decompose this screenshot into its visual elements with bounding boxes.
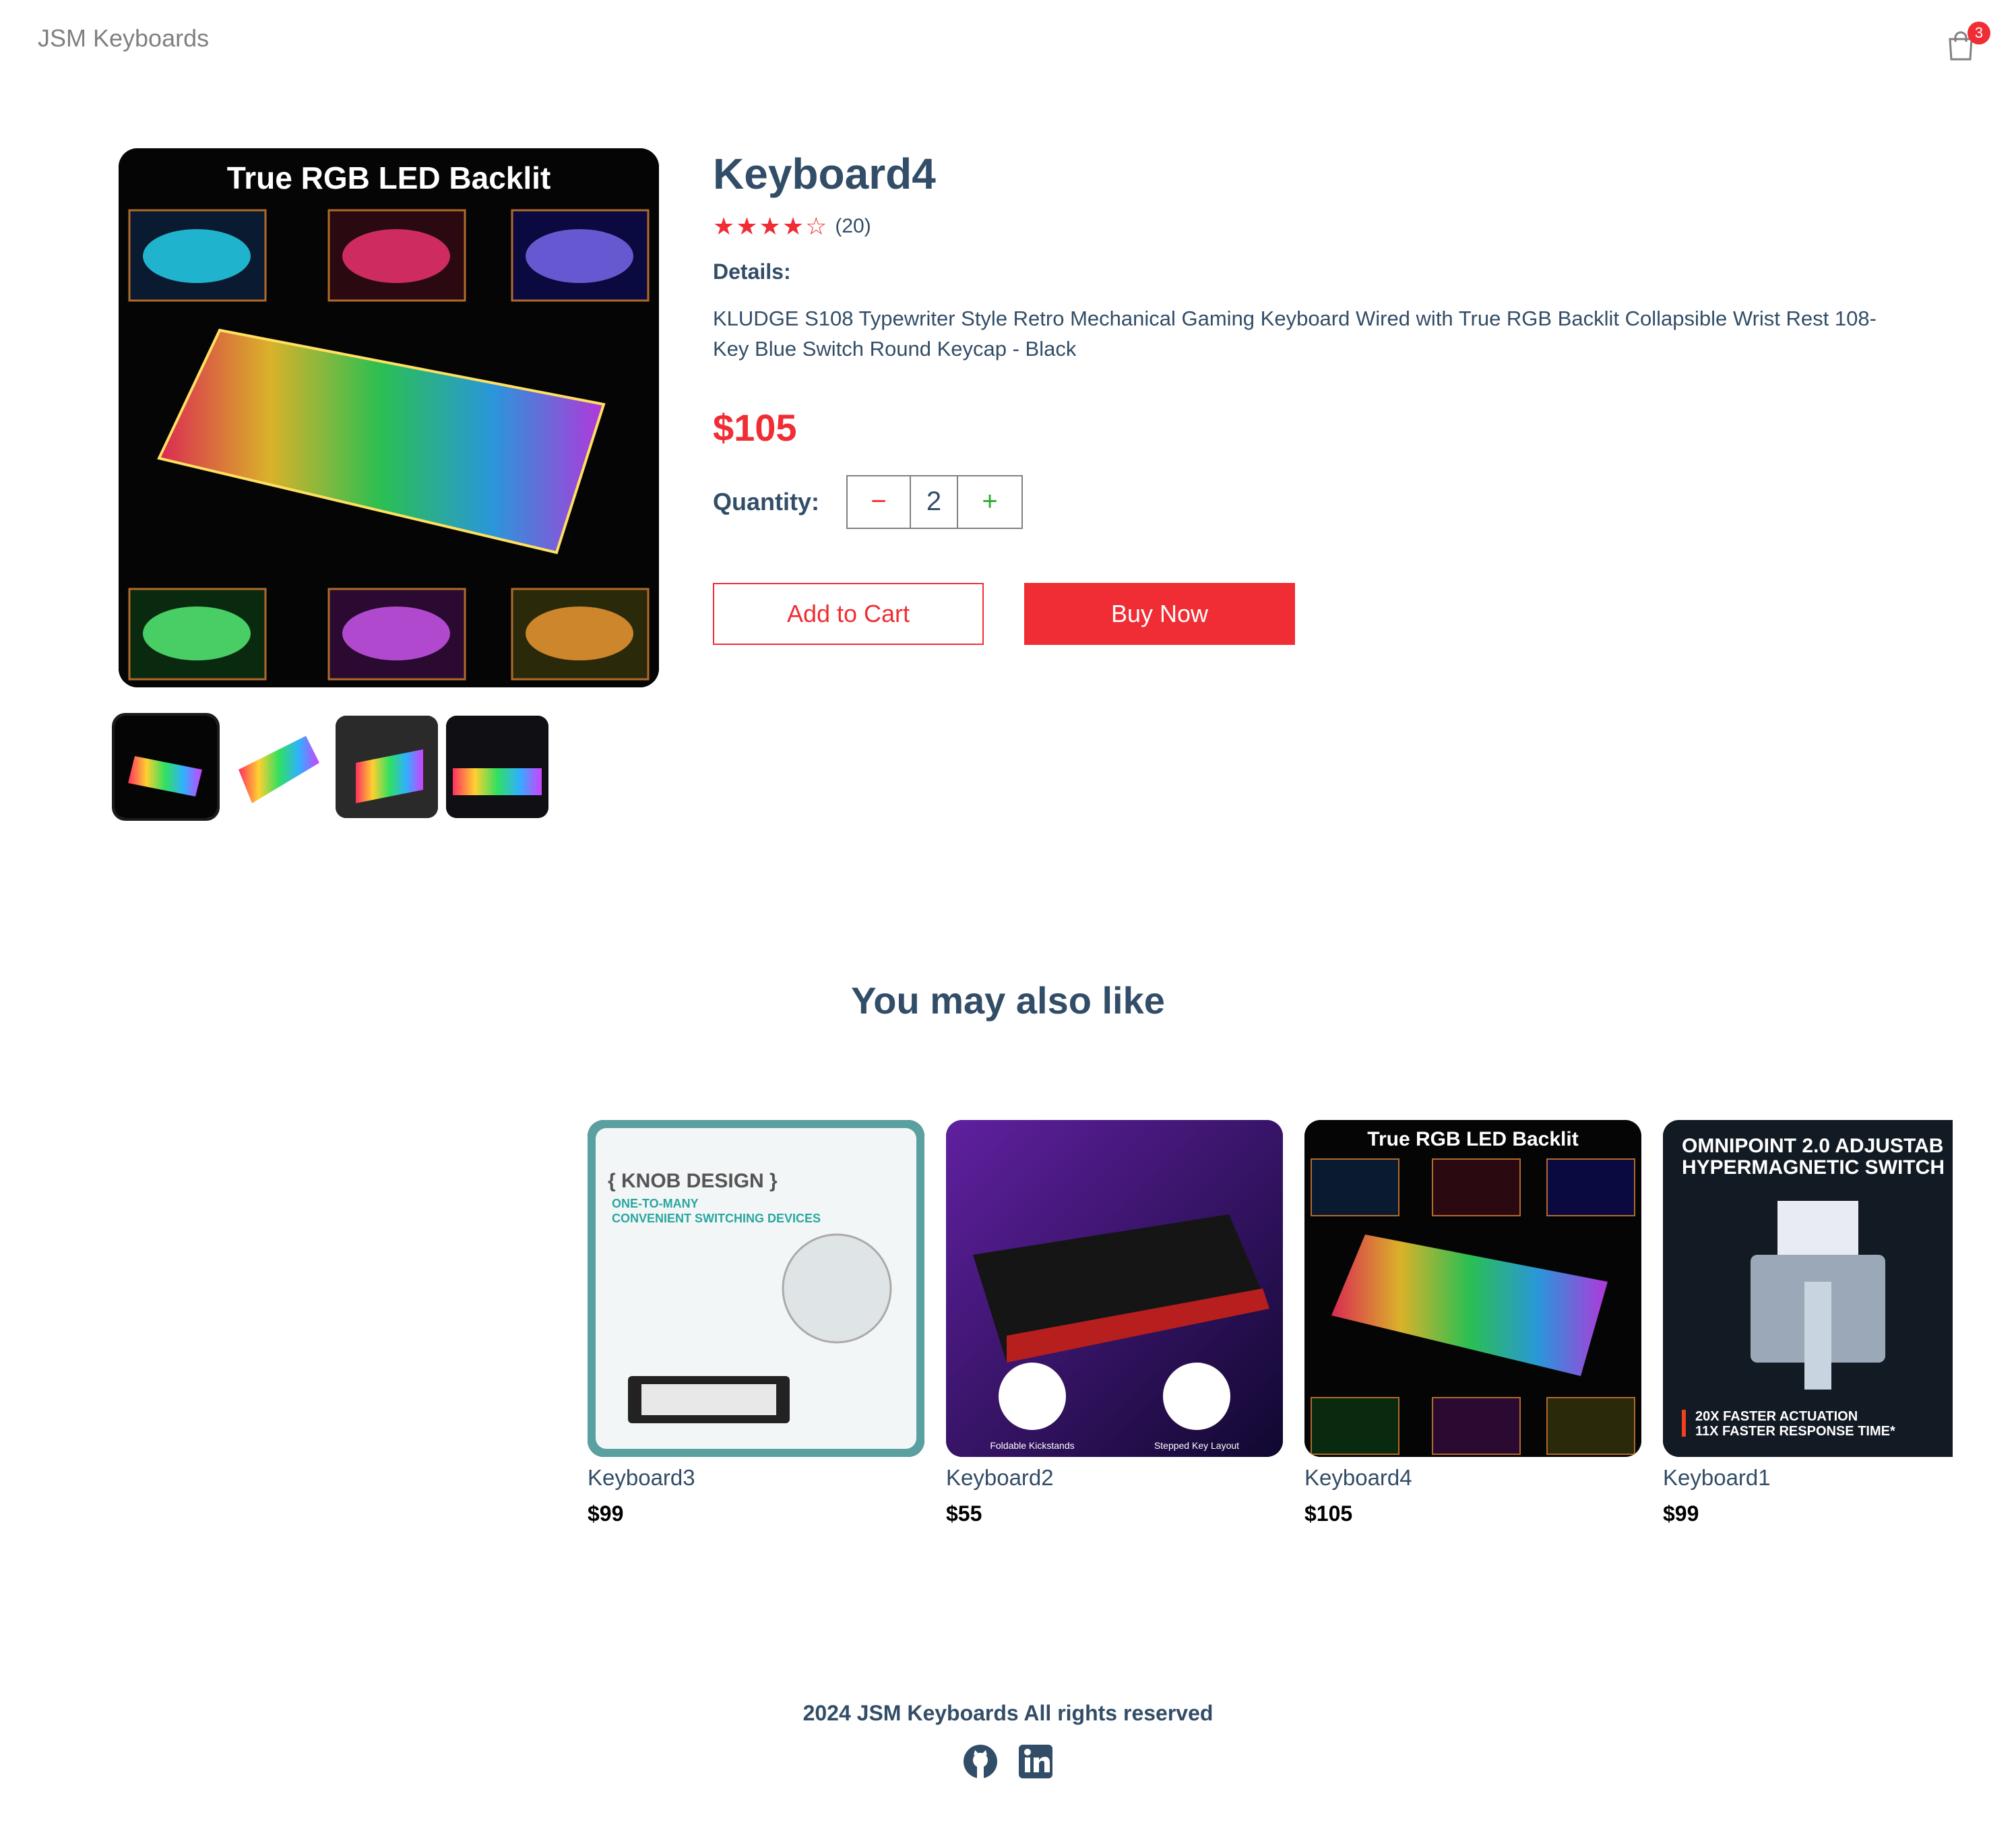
thumbnail-4[interactable] (446, 716, 548, 818)
quantity-stepper: − 2 + (846, 474, 1023, 529)
site-logo[interactable]: JSM Keyboards (38, 24, 209, 53)
card-image-text: CONVENIENT SWITCHING DEVICES (612, 1212, 821, 1225)
product-card-price: $99 (588, 1501, 624, 1526)
card-image-text: 11X FASTER RESPONSE TIME* (1695, 1424, 1895, 1439)
card-image-text: Stepped Key Layout (1154, 1440, 1239, 1451)
product-card-price: $99 (1663, 1501, 1699, 1526)
related-products-carousel: { KNOB DESIGN } ONE-TO-MANY CONVENIENT S… (588, 1120, 1953, 1538)
action-buttons: Add to Cart Buy Now (713, 582, 1899, 645)
product-card-image: Foldable Kickstands Stepped Key Layout (946, 1120, 1283, 1457)
product-card-image: True RGB LED Backlit (1304, 1120, 1641, 1457)
increase-quantity-button[interactable]: + (958, 476, 1021, 528)
product-title: Keyboard4 (713, 150, 936, 198)
main-image-caption: True RGB LED Backlit (227, 160, 551, 195)
thumbnail-2[interactable] (225, 716, 327, 818)
product-card-name: Keyboard4 (1304, 1465, 1412, 1490)
thumbnail-3[interactable] (336, 716, 438, 818)
decrease-quantity-button[interactable]: − (848, 476, 911, 528)
thumbnail-list (112, 713, 548, 821)
card-image-text: HYPERMAGNETIC SWITCH (1682, 1156, 1945, 1179)
rating-stars: ★★★★☆ (713, 212, 829, 240)
card-image-text: Foldable Kickstands (990, 1440, 1074, 1451)
quantity-row: Quantity: − 2 + (713, 474, 1899, 529)
card-image-text: { KNOB DESIGN } (608, 1170, 778, 1192)
product-card-name: Keyboard1 (1663, 1465, 1771, 1490)
product-card-image: { KNOB DESIGN } ONE-TO-MANY CONVENIENT S… (588, 1120, 924, 1457)
review-count: (20) (835, 214, 871, 237)
product-main-image: True RGB LED Backlit (119, 148, 659, 687)
product-detail: Keyboard4 ★★★★☆ (20) Details: KLUDGE S10… (713, 148, 1899, 645)
thumbnail-1[interactable] (112, 713, 220, 821)
footer-social-links (0, 1743, 2016, 1780)
details-label: Details: (713, 259, 791, 284)
product-card-name: Keyboard2 (946, 1465, 1054, 1490)
product-card[interactable]: Foldable Kickstands Stepped Key Layout K… (946, 1120, 1283, 1526)
product-card[interactable]: { KNOB DESIGN } ONE-TO-MANY CONVENIENT S… (588, 1120, 924, 1526)
card-image-text: 20X FASTER ACTUATION (1695, 1409, 1858, 1424)
rating-row: ★★★★☆ (20) (713, 212, 1899, 241)
cart-count-badge: 3 (1967, 22, 1990, 44)
card-image-text: True RGB LED Backlit (1367, 1128, 1578, 1150)
buy-now-button[interactable]: Buy Now (1024, 582, 1295, 645)
card-image-text: OMNIPOINT 2.0 ADJUSTAB (1682, 1135, 1943, 1157)
product-card-price: $55 (946, 1501, 982, 1526)
quantity-label: Quantity: (713, 487, 819, 516)
github-icon[interactable] (962, 1743, 999, 1780)
product-card-image: OMNIPOINT 2.0 ADJUSTAB HYPERMAGNETIC SWI… (1663, 1120, 1953, 1457)
linkedin-icon[interactable] (1017, 1743, 1054, 1780)
navbar: JSM Keyboards 3 (0, 0, 2016, 81)
quantity-value: 2 (911, 476, 958, 528)
footer-copyright: 2024 JSM Keyboards All rights reserved (802, 1701, 1214, 1725)
product-card[interactable]: True RGB LED Backlit Keyboard4 $105 (1304, 1120, 1641, 1526)
carousel-track: { KNOB DESIGN } ONE-TO-MANY CONVENIENT S… (588, 1120, 1953, 1526)
product-card-name: Keyboard3 (588, 1465, 695, 1490)
product-price: $105 (713, 406, 797, 449)
product-card-price: $105 (1304, 1501, 1353, 1526)
product-card[interactable]: OMNIPOINT 2.0 ADJUSTAB HYPERMAGNETIC SWI… (1663, 1120, 1953, 1526)
card-image-text: ONE-TO-MANY (612, 1197, 699, 1210)
footer: 2024 JSM Keyboards All rights reserved (0, 1701, 2016, 1780)
product-description: KLUDGE S108 Typewriter Style Retro Mecha… (713, 306, 1877, 361)
add-to-cart-button[interactable]: Add to Cart (713, 582, 984, 645)
related-products-heading: You may also like (851, 979, 1165, 1022)
cart-button[interactable]: 3 (1946, 22, 1990, 65)
